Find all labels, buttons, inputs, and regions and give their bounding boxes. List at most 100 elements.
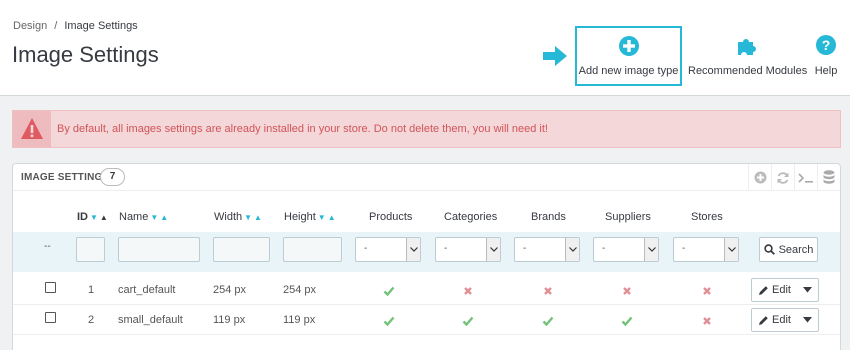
breadcrumb: Design / Image Settings — [13, 20, 138, 32]
row-checkbox[interactable] — [45, 312, 56, 323]
header-products: Products — [369, 211, 413, 223]
edit-main[interactable]: Edit — [758, 314, 791, 326]
header-name-label: Name — [119, 211, 149, 223]
cross-icon[interactable] — [701, 285, 713, 297]
page-header: Design / Image Settings Image Settings Add… — [0, 0, 850, 96]
header-height-label: Height — [284, 211, 316, 223]
check-icon[interactable] — [383, 315, 395, 327]
search-label: Search — [778, 243, 814, 256]
cross-icon[interactable] — [701, 315, 713, 327]
arrow-right-icon — [543, 46, 567, 66]
cell-name: cart_default — [118, 284, 176, 296]
bulk-action-placeholder: -- — [44, 241, 51, 252]
header-id-label: ID — [77, 211, 88, 223]
sort-asc-icon[interactable]: ▲ — [160, 213, 168, 222]
sort-asc-icon[interactable]: ▲ — [328, 213, 336, 222]
panel-title: IMAGE SETTINGS — [21, 172, 110, 183]
recommended-modules-label: Recommended Modules — [688, 65, 808, 77]
sort-desc-icon[interactable]: ▼ — [318, 213, 326, 222]
sql-query-tool[interactable] — [794, 164, 817, 191]
edit-button[interactable]: Edit — [751, 308, 819, 332]
cross-icon[interactable] — [542, 285, 554, 297]
export-database-tool[interactable] — [817, 164, 840, 191]
header-id[interactable]: ID ▼ ▲ — [77, 211, 108, 223]
cell-height: 254 px — [283, 284, 317, 296]
edit-label: Edit — [772, 314, 791, 326]
warning-alert: By default, all images settings are alre… — [12, 110, 841, 148]
header-width-label: Width — [214, 211, 243, 223]
count-badge: 7 — [100, 168, 125, 186]
select-value: - — [444, 243, 448, 254]
breadcrumb-parent[interactable]: Design — [13, 20, 47, 32]
cell-height: 119 px — [283, 314, 316, 326]
edit-label: Edit — [772, 284, 791, 296]
cell-id: 2 — [88, 314, 95, 326]
chevron-down-icon — [644, 238, 658, 261]
header-width[interactable]: Width ▼ ▲ — [214, 211, 262, 223]
sort-desc-icon[interactable]: ▼ — [244, 213, 252, 222]
pencil-icon — [759, 315, 768, 325]
filter-brands-select[interactable]: - — [514, 237, 580, 262]
filter-stores-select[interactable]: - — [673, 237, 739, 262]
chevron-down-icon — [406, 238, 420, 261]
row-checkbox[interactable] — [45, 282, 56, 293]
add-image-type-button[interactable]: Add new image type — [575, 26, 682, 86]
cell-id: 1 — [88, 284, 95, 296]
breadcrumb-current: Image Settings — [64, 20, 138, 32]
add-image-type-label: Add new image type — [578, 65, 679, 77]
table-row[interactable]: 1 cart_default 254 px 254 px Edit — [13, 275, 840, 305]
cross-icon[interactable] — [462, 285, 474, 297]
add-icon — [754, 171, 766, 184]
caret-down-icon[interactable] — [803, 287, 812, 293]
cross-icon[interactable] — [621, 285, 633, 297]
image-settings-panel: IMAGE SETTINGS 7 ID ▼ ▲ Name ▼ ▲ Width ▼ ▲ Hei… — [12, 163, 841, 350]
check-icon[interactable] — [383, 285, 395, 297]
filter-height-input[interactable] — [283, 237, 342, 262]
add-new-tool[interactable] — [748, 164, 771, 191]
svg-text:?: ? — [822, 37, 831, 53]
edit-main[interactable]: Edit — [758, 284, 791, 296]
select-value: - — [682, 243, 686, 254]
sort-asc-icon[interactable]: ▲ — [100, 213, 108, 222]
breadcrumb-separator: / — [54, 20, 58, 32]
database-icon — [823, 170, 835, 184]
refresh-icon — [777, 171, 789, 184]
sort-asc-icon[interactable]: ▲ — [254, 213, 262, 222]
cell-width: 254 px — [213, 284, 247, 296]
filter-width-input[interactable] — [213, 237, 270, 262]
filter-categories-select[interactable]: - — [435, 237, 501, 262]
sort-desc-icon[interactable]: ▼ — [90, 213, 98, 222]
warning-icon — [21, 118, 43, 139]
header-stores: Stores — [691, 211, 723, 223]
puzzle-icon — [738, 39, 756, 55]
filter-id-input[interactable] — [76, 237, 105, 262]
header-brands: Brands — [531, 211, 566, 223]
sort-desc-icon[interactable]: ▼ — [150, 213, 158, 222]
header-name[interactable]: Name ▼ ▲ — [119, 211, 168, 223]
panel-toolbar — [748, 164, 840, 191]
cell-width: 119 px — [213, 314, 246, 326]
plus-circle-icon — [618, 36, 639, 56]
filter-suppliers-select[interactable]: - — [593, 237, 659, 262]
refresh-tool[interactable] — [771, 164, 794, 191]
search-button[interactable]: Search — [759, 237, 818, 262]
caret-down-icon[interactable] — [803, 317, 812, 323]
check-icon[interactable] — [542, 315, 554, 327]
check-icon[interactable] — [621, 315, 633, 327]
recommended-modules-button[interactable]: Recommended Modules — [688, 26, 808, 86]
edit-button[interactable]: Edit — [751, 278, 819, 302]
alert-icon-box — [13, 111, 51, 147]
filter-name-input[interactable] — [118, 237, 200, 262]
select-value: - — [523, 243, 527, 254]
sql-icon — [798, 172, 813, 183]
table-row[interactable]: 2 small_default 119 px 119 px Edit — [13, 305, 840, 335]
header-height[interactable]: Height ▼ ▲ — [284, 211, 336, 223]
alert-message: By default, all images settings are alre… — [57, 123, 548, 135]
check-icon[interactable] — [462, 315, 474, 327]
help-icon: ? — [816, 35, 836, 55]
filter-products-select[interactable]: - — [355, 237, 421, 262]
page-title: Image Settings — [12, 42, 159, 67]
help-button[interactable]: ? Help — [812, 26, 840, 86]
header-categories: Categories — [444, 211, 498, 223]
pencil-icon — [759, 285, 768, 295]
